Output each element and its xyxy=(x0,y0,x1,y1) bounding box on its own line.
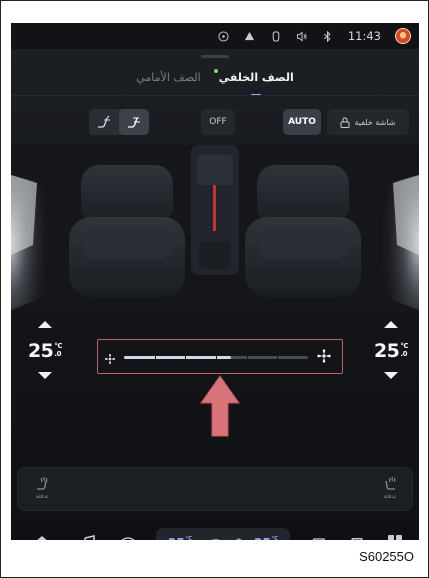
bluetooth-icon xyxy=(322,30,334,42)
figure-code: S60255O xyxy=(359,549,414,564)
seat-heating-bar: تدفئة تدفئة xyxy=(17,467,413,511)
fan-speed-tick xyxy=(277,356,279,359)
seat-heat-icon xyxy=(385,476,396,490)
fan-speed-tick xyxy=(154,356,156,359)
apps-icon[interactable] xyxy=(386,533,404,540)
air-circulation-icon[interactable] xyxy=(307,533,329,540)
dock-left-temp-value: 25 xyxy=(168,536,185,541)
seat-airflow-feet-icon xyxy=(98,115,110,128)
fan-icon xyxy=(230,539,232,540)
fan-speed-control xyxy=(97,339,343,374)
fan-speed-tick xyxy=(185,356,187,359)
fan-high-icon[interactable] xyxy=(316,348,332,368)
climate-panel: الصف الخلفي الصف الأمامي OFF AUTO شاشة خ… xyxy=(11,49,419,540)
fan-speed-ticks xyxy=(124,356,308,359)
car-climate-screen: 11:43 الصف الخلفي الصف الأمامي OFF AUTO … xyxy=(11,23,419,540)
right-temperature-value: 25 xyxy=(373,340,400,362)
right-seat-heat-button[interactable]: تدفئة xyxy=(382,476,398,500)
dock-fan-speed: 2 xyxy=(236,538,242,541)
fan-speed-tick xyxy=(246,356,248,359)
home-icon[interactable] xyxy=(33,533,51,540)
play-circle-icon xyxy=(218,30,230,42)
auto-button[interactable]: AUTO xyxy=(283,109,321,135)
rear-screen-lock-button[interactable]: شاشة خلفية xyxy=(327,109,409,135)
avatar[interactable] xyxy=(395,28,411,44)
seat-airflow-icon xyxy=(211,538,219,540)
volume-icon xyxy=(296,30,308,42)
right-temperature-control: 25 °C .0 xyxy=(371,321,411,379)
rear-defrost-icon[interactable] xyxy=(119,533,137,540)
fan-low-icon[interactable] xyxy=(104,350,116,369)
left-seat-heat-button[interactable]: تدفئة xyxy=(34,476,50,500)
right-temp-up-icon[interactable] xyxy=(384,321,398,328)
dock-left-temp-unit-top: °C xyxy=(185,535,192,541)
right-seat-heat-label: تدفئة xyxy=(383,493,397,500)
rear-screen-label: شاشة خلفية xyxy=(354,117,396,127)
left-temp-up-icon[interactable] xyxy=(38,321,52,328)
figure-frame: 11:43 الصف الخلفي الصف الأمامي OFF AUTO … xyxy=(0,0,429,578)
airflow-mode-toggle[interactable] xyxy=(89,109,149,135)
fan-speed-slider[interactable] xyxy=(124,356,308,359)
left-temp-unit-bottom: .0 xyxy=(54,350,61,358)
tab-front-row-label: الصف الأمامي xyxy=(136,71,201,84)
clock: 11:43 xyxy=(347,29,381,43)
airflow-face-feet-option[interactable] xyxy=(119,109,149,135)
left-temperature-value: 25 xyxy=(27,340,54,362)
pointer-arrow-icon xyxy=(200,375,240,437)
dock-fan-indicator: 2 xyxy=(204,536,242,541)
climate-quick-control[interactable]: 25°C.0 2 25°C.0 xyxy=(156,528,290,540)
car-icon[interactable] xyxy=(348,533,366,540)
seat-airflow-face-feet-icon xyxy=(128,117,140,128)
divider xyxy=(11,95,419,96)
dock-right-temperature: 25°C.0 xyxy=(254,536,278,541)
dock-right-temp-unit-top: °C xyxy=(271,535,278,541)
tab-front-row[interactable]: الصف الأمامي xyxy=(136,71,200,95)
left-temperature-control: 25 °C .0 xyxy=(25,321,65,379)
bottom-dock: 25°C.0 2 25°C.0 xyxy=(11,519,419,540)
left-temp-down-icon[interactable] xyxy=(38,372,52,379)
left-seat-heat-label: تدفئة xyxy=(35,493,49,500)
fan-speed-tick xyxy=(216,356,217,359)
music-icon[interactable] xyxy=(79,533,97,540)
left-temperature: 25 °C .0 xyxy=(27,340,63,362)
right-temperature-unit: °C .0 xyxy=(400,342,408,358)
right-temp-unit-top: °C xyxy=(400,342,409,350)
dock-left-temp-unit: °C.0 xyxy=(186,536,192,541)
phone-icon xyxy=(270,30,282,42)
tab-rear-row-label: الصف الخلفي xyxy=(218,71,294,84)
row-tabs: الصف الخلفي الصف الأمامي xyxy=(11,69,419,96)
tab-rear-row[interactable]: الصف الخلفي xyxy=(213,69,294,96)
seat-heat-icon xyxy=(37,476,48,490)
triangle-warning-icon xyxy=(244,30,256,42)
right-temp-down-icon[interactable] xyxy=(384,372,398,379)
lock-icon xyxy=(340,116,350,128)
airflow-feet-option[interactable] xyxy=(89,109,119,135)
dock-right-temp-unit: °C.0 xyxy=(272,536,278,541)
right-temp-unit-bottom: .0 xyxy=(400,350,407,358)
active-dot xyxy=(213,69,218,73)
dock-right-temp-value: 25 xyxy=(254,536,271,541)
rear-seats-illustration xyxy=(11,145,419,315)
dock-left-temperature: 25°C.0 xyxy=(168,536,192,541)
left-temp-unit-top: °C xyxy=(54,342,63,350)
drag-handle[interactable] xyxy=(201,55,229,58)
left-temperature-unit: °C .0 xyxy=(54,342,62,358)
status-bar: 11:43 xyxy=(11,23,419,49)
right-temperature: 25 °C .0 xyxy=(373,340,409,362)
off-button[interactable]: OFF xyxy=(201,109,235,135)
